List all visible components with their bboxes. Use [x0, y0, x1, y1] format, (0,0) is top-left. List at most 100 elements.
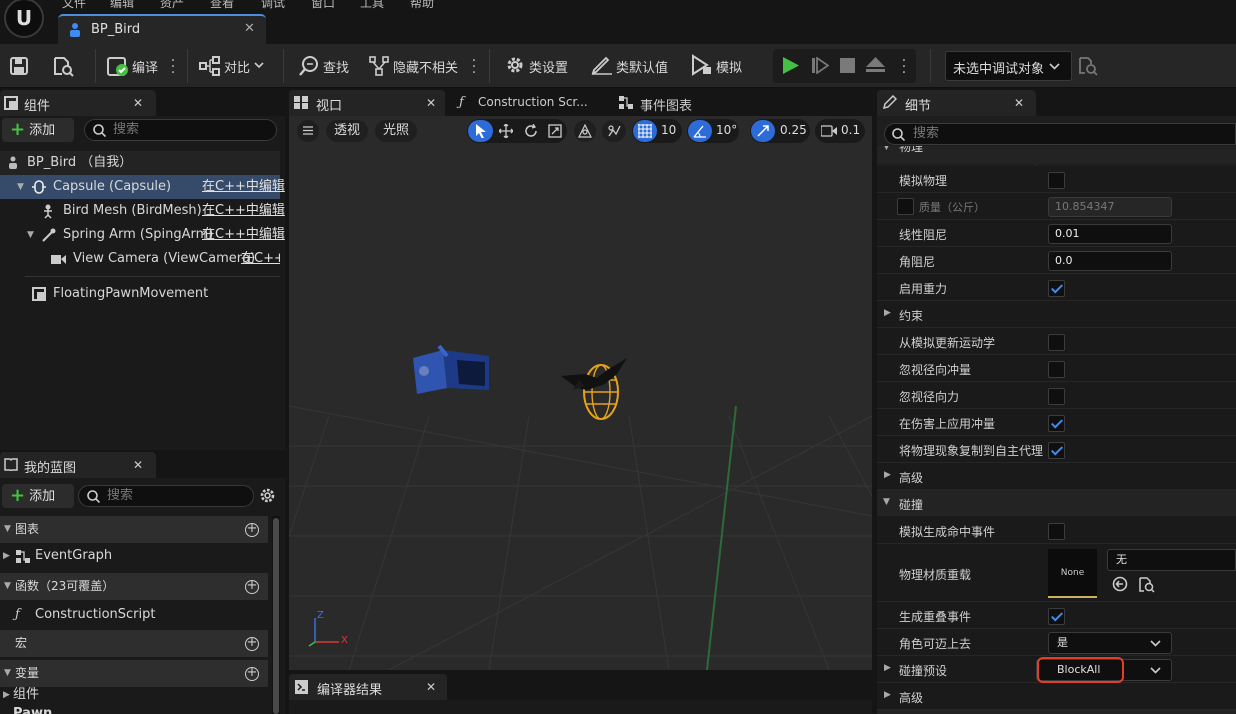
eject-icon[interactable] — [866, 57, 885, 73]
world-local-button[interactable] — [574, 120, 596, 142]
add-function-icon[interactable]: + — [245, 579, 259, 594]
camera-speed-value[interactable]: 0.1 — [841, 123, 860, 137]
simulation-hit-events-checkbox[interactable] — [1048, 523, 1065, 540]
rotation-snap-value[interactable]: 10° — [716, 123, 737, 137]
collision-presets-select[interactable]: BlockAll — [1036, 657, 1172, 683]
close-icon[interactable]: ✕ — [133, 458, 143, 472]
scrollbar-thumb[interactable] — [273, 518, 279, 714]
mass-input[interactable]: 10.854347 — [1048, 197, 1172, 217]
section-graphs[interactable]: ▼ 图表 + — [0, 516, 268, 543]
menu-debug[interactable]: 调试 — [261, 0, 285, 11]
menu-view[interactable]: 查看 — [210, 0, 234, 11]
category-collision-header[interactable]: ▼ 碰撞 — [877, 490, 1236, 517]
category-physics-header[interactable]: ▼ 物理 — [877, 146, 1236, 164]
debug-object-select[interactable]: 未选中调试对象 — [945, 51, 1072, 81]
section-variables[interactable]: ▼ 变量 + — [0, 660, 268, 687]
camera-model-icon[interactable] — [409, 344, 493, 400]
close-icon[interactable]: ✕ — [426, 680, 436, 694]
expand-icon[interactable]: ▶ — [3, 544, 10, 568]
class-defaults-icon[interactable] — [591, 55, 613, 75]
play-options-icon[interactable]: · · · — [901, 54, 907, 80]
row-constraints[interactable]: ▶ 约束 — [877, 301, 1236, 328]
class-settings-button[interactable]: 类设置 — [529, 57, 568, 76]
close-icon[interactable]: ✕ — [133, 96, 143, 110]
menu-help[interactable]: 帮助 — [410, 0, 434, 11]
list-item-pawn[interactable]: Pawn — [0, 705, 268, 714]
use-selected-asset-icon[interactable] — [1112, 576, 1128, 592]
tab-construction-script[interactable]: Construction Scr... — [478, 95, 588, 109]
row-advanced-physics[interactable]: ▶ 高级 — [877, 463, 1236, 490]
scale-icon[interactable] — [548, 124, 562, 138]
gear-icon[interactable] — [505, 55, 525, 75]
collapse-icon[interactable]: ▼ — [883, 146, 890, 152]
section-macros[interactable]: 宏 + — [0, 630, 268, 657]
tree-item-bird-mesh[interactable]: Bird Mesh (BirdMesh) 在C++中编辑 — [0, 199, 285, 223]
replicate-physics-checkbox[interactable] — [1048, 442, 1065, 459]
menu-tools[interactable]: 工具 — [360, 0, 384, 11]
list-item-event-graph[interactable]: ▶ EventGraph — [0, 544, 268, 568]
gear-icon[interactable] — [259, 487, 276, 504]
stop-icon[interactable] — [840, 58, 855, 73]
move-icon[interactable] — [499, 124, 513, 138]
document-tab-bp-bird[interactable]: BP_Bird ✕ — [58, 14, 266, 44]
rotate-icon[interactable] — [524, 124, 538, 138]
blueprint-search-input[interactable]: 搜索 — [78, 485, 254, 507]
angular-damping-input[interactable]: 0.0 — [1048, 251, 1172, 271]
mass-override-checkbox[interactable] — [897, 198, 914, 215]
find-button[interactable]: 查找 — [323, 57, 349, 76]
list-item-construction-script[interactable]: ƒ ConstructionScript — [0, 603, 268, 627]
hide-unrelated-icon[interactable] — [369, 56, 389, 76]
material-thumbnail[interactable]: None — [1048, 549, 1097, 598]
simulate-icon[interactable] — [690, 54, 712, 76]
play-icon[interactable] — [782, 56, 800, 75]
ignore-radial-impulse-checkbox[interactable] — [1048, 361, 1065, 378]
hide-unrelated-button[interactable]: 隐藏不相关 — [393, 57, 458, 76]
add-variable-icon[interactable]: + — [245, 666, 259, 681]
tab-details[interactable]: 细节 ✕ — [877, 90, 1036, 116]
select-tool-button[interactable] — [468, 120, 493, 142]
collapse-icon[interactable]: ▼ — [4, 573, 11, 600]
tab-components[interactable]: 组件 ✕ — [0, 90, 156, 116]
row-advanced-collision[interactable]: ▶ 高级 — [877, 683, 1236, 710]
tree-item-floating-pawn-movement[interactable]: FloatingPawnMovement — [0, 282, 280, 306]
close-icon[interactable]: ✕ — [426, 96, 436, 110]
viewport-menu-button[interactable] — [297, 120, 319, 142]
tree-item-self[interactable]: BP_Bird （自我） — [0, 151, 280, 175]
tab-my-blueprint[interactable]: 我的蓝图 ✕ — [0, 452, 156, 478]
edit-in-cpp-link[interactable]: 在C++中 — [241, 247, 280, 271]
expand-icon[interactable]: ▼ — [27, 223, 34, 247]
ignore-radial-force-checkbox[interactable] — [1048, 388, 1065, 405]
details-search-input[interactable]: 搜索 — [884, 123, 1236, 145]
collapse-icon[interactable]: ▼ — [883, 497, 890, 507]
perspective-button[interactable]: 透视 — [326, 120, 368, 142]
edit-in-cpp-link[interactable]: 在C++中编辑 — [202, 175, 285, 199]
expand-icon[interactable]: ▶ — [884, 308, 891, 318]
edit-in-cpp-link[interactable]: 在C++中编辑 — [202, 223, 285, 247]
simulate-physics-checkbox[interactable] — [1048, 172, 1065, 189]
bird-mesh-icon[interactable] — [559, 356, 631, 422]
expand-icon[interactable]: ▶ — [884, 470, 891, 480]
add-graph-icon[interactable]: + — [245, 522, 259, 537]
3d-viewport[interactable]: Z X — [289, 116, 872, 670]
expand-icon[interactable]: ▶ — [884, 663, 891, 673]
tree-item-capsule[interactable]: ▼ Capsule (Capsule) 在C++中编辑 — [0, 175, 285, 199]
grid-snap-value[interactable]: 10 — [661, 123, 676, 137]
tree-item-spring-arm[interactable]: ▼ Spring Arm (SpingArm) 在C++中编辑 — [0, 223, 285, 247]
tab-viewport[interactable]: 视口 ✕ — [289, 90, 445, 116]
grid-snap-toggle[interactable] — [633, 120, 657, 142]
components-search-input[interactable]: 搜索 — [84, 119, 277, 141]
lighting-button[interactable]: 光照 — [375, 120, 417, 142]
tab-event-graph[interactable]: 事件图表 — [640, 95, 692, 114]
compile-status-icon[interactable] — [107, 55, 129, 77]
menu-edit[interactable]: 编辑 — [110, 0, 134, 11]
save-icon[interactable] — [9, 56, 29, 76]
surface-snap-button[interactable] — [602, 120, 626, 142]
tab-compiler-results[interactable]: 编译器结果 ✕ — [289, 674, 447, 700]
diff-button[interactable]: 对比 — [224, 57, 250, 76]
linear-damping-input[interactable]: 0.01 — [1048, 224, 1172, 244]
simulate-button[interactable]: 模拟 — [716, 57, 742, 76]
apply-impulse-on-damage-checkbox[interactable] — [1048, 415, 1065, 432]
section-functions[interactable]: ▼ 函数（23可覆盖） + — [0, 573, 268, 600]
debug-browse-icon[interactable] — [1078, 56, 1098, 76]
generate-overlap-events-checkbox[interactable] — [1048, 608, 1065, 625]
